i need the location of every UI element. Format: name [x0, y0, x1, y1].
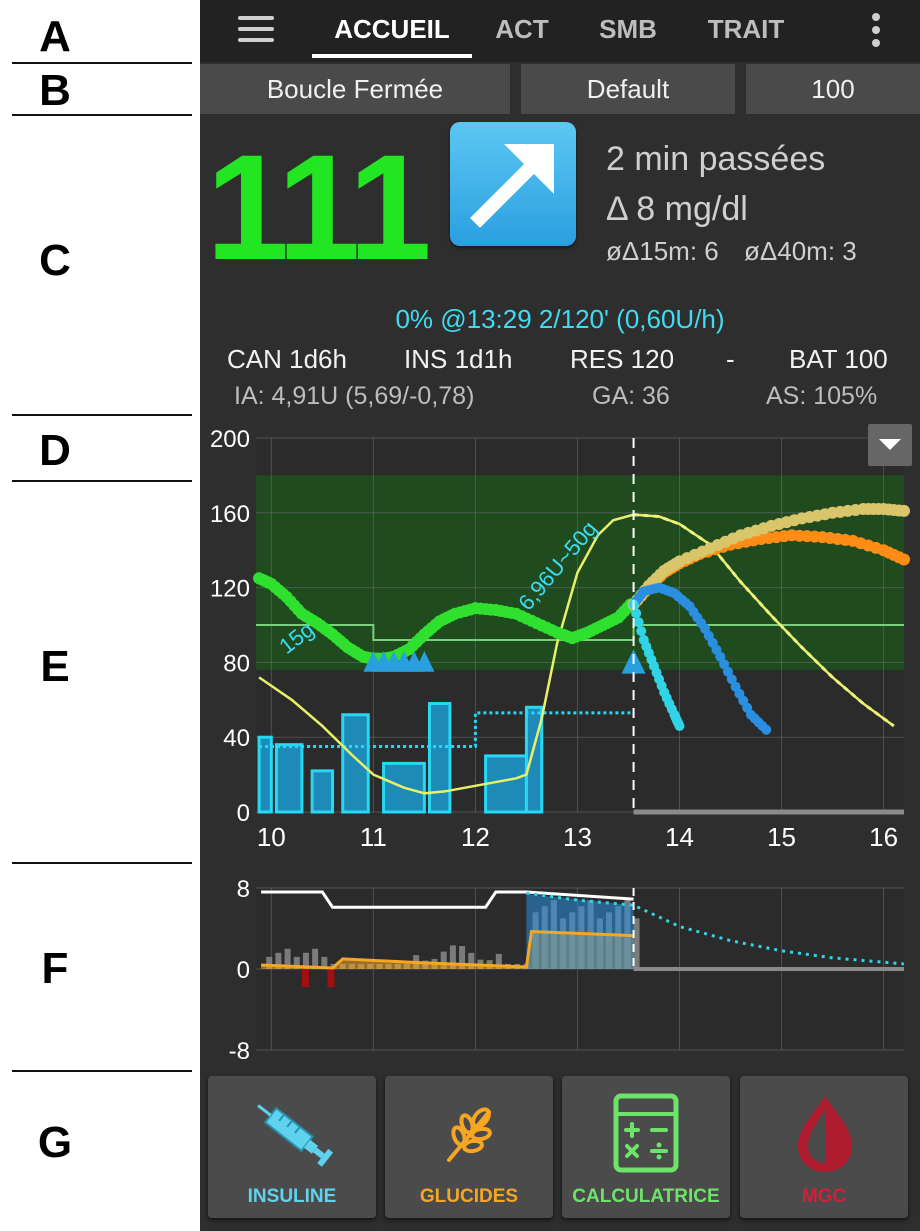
loop-mode-button[interactable]: Boucle Fermée [200, 64, 510, 114]
iob-y-tick-label: 8 [237, 876, 250, 903]
negative-deviation-bar [301, 969, 309, 988]
bg-chart[interactable]: 2001601208040010 11 12 13 14 15 1615g6,96U~50g [200, 420, 920, 860]
iob-chart[interactable]: 8 0 -8 [200, 874, 920, 1060]
syringe-icon [257, 1104, 334, 1167]
mgc-label: MGC [801, 1186, 847, 1207]
profile-percent-button[interactable]: 100 [746, 64, 920, 114]
time-ago: 2 min passées [606, 140, 826, 178]
y-tick-label: 0 [237, 800, 250, 827]
annotation-divider [12, 114, 192, 116]
sensitivity: AS: 105% [766, 382, 878, 410]
negative-deviation-bar [327, 969, 335, 988]
tab-act[interactable]: ACT [486, 14, 558, 45]
y-tick-label: 40 [223, 725, 250, 752]
chart-options-button[interactable] [868, 424, 912, 466]
app-screen: ACCUEIL ACT SMB TRAIT Boucle Fermée Defa… [200, 0, 920, 1231]
prediction-point-blue [761, 724, 772, 735]
insulin-delivery-bar [341, 713, 370, 814]
insulin-label: INSULINE [247, 1186, 337, 1207]
x-tick-label: 11 [360, 822, 387, 852]
y-tick-label: 200 [210, 426, 250, 453]
avg-delta-15m: øΔ15m: 6 [606, 236, 719, 266]
insulin-button[interactable]: INSULINE [208, 1076, 376, 1218]
calculator-button[interactable]: CALCULATRICE [562, 1076, 730, 1218]
y-tick-label: 80 [223, 650, 250, 677]
profile-button[interactable]: Default [521, 64, 735, 114]
insulin-delivery-bar [427, 702, 452, 814]
x-tick-label: 12 [461, 822, 490, 852]
bg-delta: Δ 8 mg/dl [606, 190, 748, 228]
tab-smb[interactable]: SMB [588, 14, 668, 45]
iob-y-tick-label: -8 [229, 1038, 250, 1060]
trend-arrow-button [450, 122, 576, 246]
iob-y-tick-label: 0 [237, 957, 250, 984]
prediction-point-tan [898, 504, 910, 517]
app-bar: ACCUEIL ACT SMB TRAIT [200, 0, 920, 62]
annotation-divider [12, 1070, 192, 1072]
x-tick-label: 15 [767, 822, 796, 852]
annotation-d: D [39, 426, 71, 475]
x-tick-label: 14 [665, 822, 694, 852]
avg-delta-40m: øΔ40m: 3 [744, 236, 857, 266]
insulin-delivery-bar [310, 769, 335, 814]
annotation-divider [12, 480, 192, 482]
calculator-label: CALCULATRICE [572, 1186, 720, 1207]
arrow-up-right-icon [470, 144, 554, 228]
annotation-c: C [39, 236, 71, 285]
active-tab-indicator [312, 54, 472, 58]
insulin-delivery-bar [257, 735, 273, 814]
prediction-point-cyan [674, 720, 685, 731]
prediction-point-orange [898, 553, 910, 566]
annotation-f: F [41, 944, 69, 993]
annotation-e: E [40, 642, 70, 691]
bg-value: 111 [206, 123, 432, 291]
status-separator: - [726, 344, 735, 374]
wheat-icon [447, 1107, 492, 1162]
temp-basal-status[interactable]: 0% @13:29 2/120' (0,60U/h) [200, 304, 920, 335]
annotation-g: G [37, 1118, 73, 1167]
insulin-age: INS 1d1h [404, 344, 513, 374]
tab-trait[interactable]: TRAIT [696, 14, 796, 45]
carbs-button[interactable]: GLUCIDES [385, 1076, 553, 1218]
calculator-icon [613, 1093, 679, 1173]
carbs-label: GLUCIDES [419, 1186, 519, 1207]
carbs-on-board: GA: 36 [592, 382, 670, 410]
annotation-divider [12, 862, 192, 864]
insulin-on-board: IA: 4,91U (5,69/-0,78) [234, 382, 475, 410]
insulin-delivery-bar [274, 743, 304, 814]
y-tick-label: 160 [210, 501, 250, 528]
reservoir-level: RES 120 [570, 344, 675, 374]
annotation-a: A [39, 12, 71, 61]
cannula-age: CAN 1d6h [227, 344, 347, 374]
y-tick-label: 120 [210, 576, 250, 603]
x-tick-label: 10 [257, 822, 286, 852]
tab-accueil[interactable]: ACCUEIL [312, 14, 472, 45]
blood-drop-icon [797, 1096, 853, 1173]
prediction-point-cyan [636, 626, 647, 637]
annotation-divider [12, 62, 192, 64]
bg-check-button[interactable]: MGC [740, 1076, 908, 1218]
prediction-point-cyan [633, 617, 644, 628]
battery-level: BAT 100 [789, 344, 888, 374]
annotation-b: B [39, 66, 71, 115]
x-tick-label: 13 [563, 822, 592, 852]
annotation-divider [12, 414, 192, 416]
dropdown-arrow-icon [879, 439, 901, 450]
x-tick-label: 16 [869, 822, 898, 852]
